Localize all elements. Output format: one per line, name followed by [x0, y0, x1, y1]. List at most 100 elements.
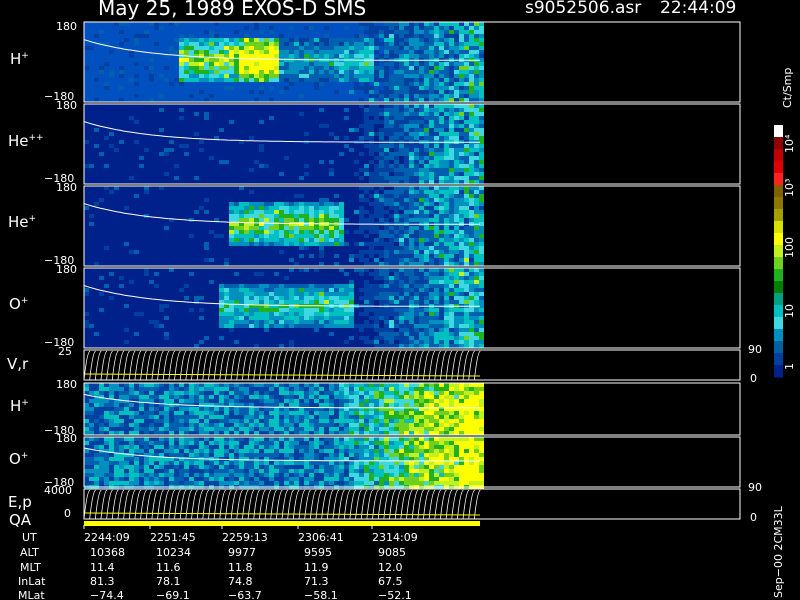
spectrogram-cell: [319, 54, 324, 58]
spectrogram-cell: [439, 320, 444, 324]
spectrogram-cell: [474, 50, 479, 54]
spectrogram-cell: [454, 320, 459, 324]
spectrogram-cell: [269, 465, 274, 469]
spectrogram-cell: [239, 437, 244, 441]
spectrogram-cell: [354, 383, 359, 387]
spectrogram-cell: [89, 164, 94, 168]
spectrogram-cell: [229, 214, 234, 218]
spectrogram-cell: [224, 427, 229, 431]
spectrogram-cell: [454, 74, 459, 78]
spectrogram-cell: [164, 431, 169, 435]
spectrogram-cell: [174, 407, 179, 411]
spectrogram-cell: [469, 124, 474, 128]
spectrogram-cell: [399, 320, 404, 324]
spectrogram-cell: [209, 411, 214, 415]
spectrogram-cell: [299, 308, 304, 312]
spectrogram-cell: [479, 202, 484, 206]
spectrogram-cell: [179, 288, 184, 292]
spectrogram-cell: [429, 34, 434, 38]
spectrogram-cell: [374, 112, 379, 116]
spectrogram-cell: [404, 70, 409, 74]
spectrogram-cell: [469, 328, 474, 332]
spectrogram-cell: [314, 391, 319, 395]
spectrogram-cell: [469, 344, 474, 348]
spectrogram-cell: [469, 226, 474, 230]
spectrogram-cell: [224, 481, 229, 485]
spectrogram-cell: [419, 284, 424, 288]
spectrogram-cell: [169, 268, 174, 272]
spectrogram-cell: [364, 226, 369, 230]
spectrogram-cell: [479, 128, 484, 132]
spectrogram-cell: [454, 26, 459, 30]
spectrogram-cell: [349, 70, 354, 74]
spectrogram-cell: [184, 411, 189, 415]
spectrogram-cell: [354, 242, 359, 246]
spectrogram-cell: [374, 214, 379, 218]
spectrogram-cell: [219, 296, 224, 300]
spectrogram-cell: [459, 82, 464, 86]
spectrogram-cell: [394, 194, 399, 198]
spectrogram-cell: [444, 431, 449, 435]
spectrogram-cell: [314, 453, 319, 457]
spectrogram-cell: [454, 42, 459, 46]
spectrogram-cell: [289, 202, 294, 206]
spectrogram-cell: [414, 226, 419, 230]
spectrogram-cell: [449, 74, 454, 78]
spectrogram-cell: [89, 399, 94, 403]
spectrogram-cell: [389, 198, 394, 202]
spectrogram-cell: [209, 94, 214, 98]
spectrogram-cell: [294, 453, 299, 457]
spectrogram-cell: [134, 140, 139, 144]
spectrogram-cell: [464, 144, 469, 148]
spectrogram-cell: [429, 38, 434, 42]
spectrogram-cell: [384, 38, 389, 42]
spectrogram-cell: [459, 272, 464, 276]
spectrogram-cell: [189, 449, 194, 453]
spectrogram-cell: [379, 284, 384, 288]
spectrogram-cell: [284, 449, 289, 453]
spectrogram-cell: [459, 383, 464, 387]
spectrogram-cell: [404, 210, 409, 214]
spectrogram-cell: [479, 176, 484, 180]
spectrogram-cell: [414, 136, 419, 140]
spectrogram-cell: [194, 411, 199, 415]
spectrogram-cell: [369, 70, 374, 74]
spectrogram-cell: [389, 62, 394, 66]
spectrogram-cell: [379, 70, 384, 74]
spectrogram-cell: [429, 403, 434, 407]
spectrogram-cell: [304, 461, 309, 465]
spectrogram-cell: [334, 54, 339, 58]
spectrogram-cell: [414, 280, 419, 284]
spectrogram-cell: [429, 320, 434, 324]
spectrogram-cell: [204, 198, 209, 202]
spectrogram-cell: [254, 469, 259, 473]
spectrogram-cell: [139, 391, 144, 395]
spectrogram-cell: [269, 320, 274, 324]
spectrogram-cell: [269, 222, 274, 226]
spectrogram-cell: [384, 242, 389, 246]
spectrogram-cell: [349, 431, 354, 435]
spectrogram-cell: [444, 78, 449, 82]
spectrogram-cell: [479, 332, 484, 336]
spectrogram-cell: [449, 54, 454, 58]
spectrogram-cell: [84, 407, 89, 411]
spectrogram-cell: [94, 391, 99, 395]
spectrogram-cell: [369, 284, 374, 288]
spectrogram-cell: [424, 276, 429, 280]
spectrogram-cell: [319, 469, 324, 473]
spectrogram-cell: [404, 46, 409, 50]
spectrogram-cell: [439, 186, 444, 190]
spectrogram-cell: [114, 461, 119, 465]
spectrogram-cell: [234, 42, 239, 46]
spectrogram-cell: [369, 419, 374, 423]
spectrogram-cell: [284, 206, 289, 210]
spectrogram-cell: [239, 465, 244, 469]
spectrogram-cell: [414, 66, 419, 70]
spectrogram-cell: [374, 50, 379, 54]
spectrogram-cell: [304, 284, 309, 288]
spectrogram-cell: [409, 128, 414, 132]
spectrogram-cell: [429, 176, 434, 180]
spectrogram-cell: [259, 284, 264, 288]
spectrogram-cell: [449, 391, 454, 395]
spectrogram-cell: [454, 62, 459, 66]
